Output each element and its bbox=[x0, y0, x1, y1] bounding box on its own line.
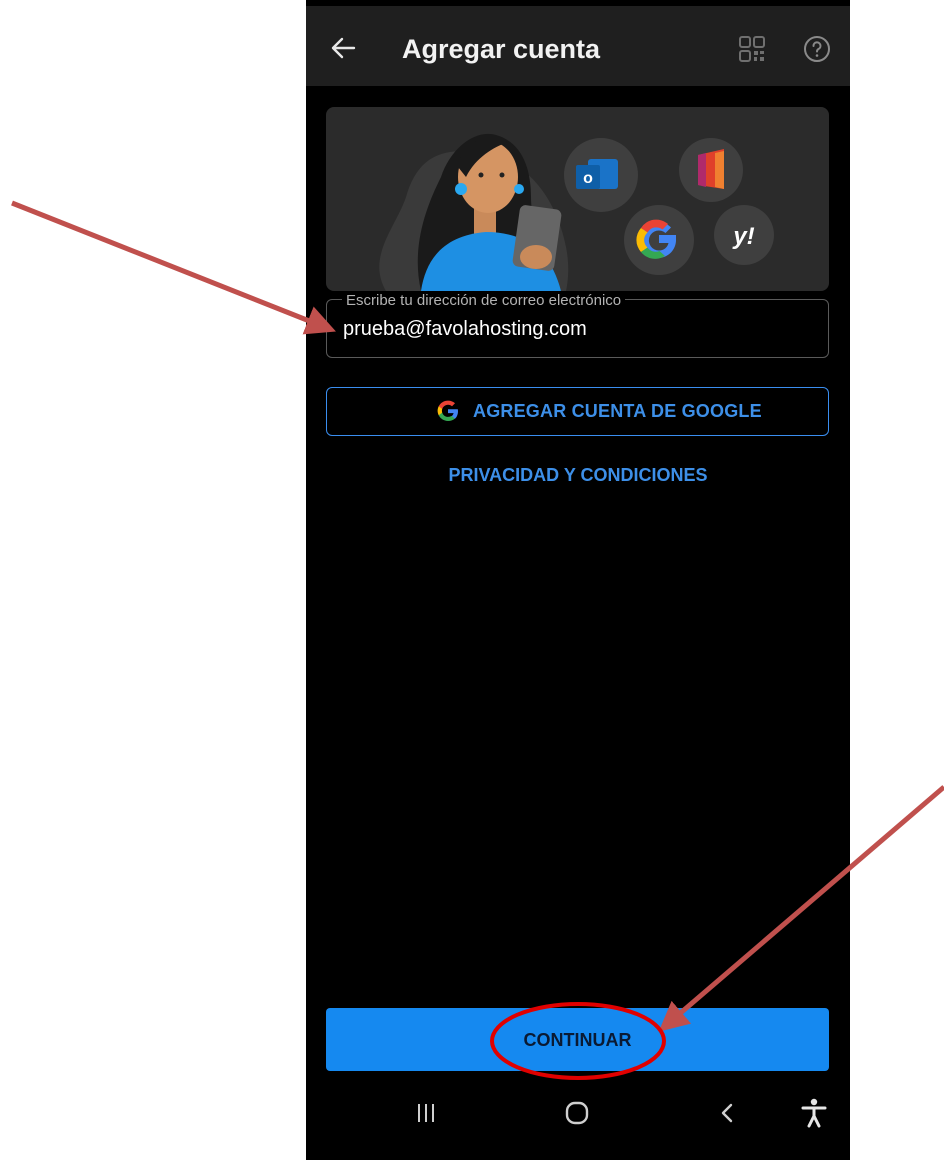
system-nav-bar bbox=[306, 1082, 850, 1160]
add-google-account-button[interactable]: AGREGAR CUENTA DE GOOGLE bbox=[326, 387, 829, 436]
back-arrow-icon[interactable] bbox=[324, 28, 364, 68]
app-bar: Agregar cuenta bbox=[306, 6, 850, 86]
home-icon[interactable] bbox=[564, 1100, 590, 1126]
continue-button[interactable]: CONTINUAR bbox=[326, 1008, 829, 1071]
back-icon[interactable] bbox=[716, 1101, 740, 1125]
svg-text:y!: y! bbox=[732, 223, 754, 250]
recents-icon[interactable] bbox=[414, 1102, 438, 1124]
qr-code-icon[interactable] bbox=[738, 35, 766, 63]
hero-illustration: o y! bbox=[326, 107, 829, 291]
phone-screen: Agregar cuenta o y! Escribe tu dirección… bbox=[306, 0, 850, 1160]
continue-button-label: CONTINUAR bbox=[523, 1030, 632, 1050]
email-field-label: Escribe tu dirección de correo electróni… bbox=[342, 292, 626, 309]
google-icon bbox=[437, 400, 458, 421]
annotation-arrow-email bbox=[11, 200, 336, 335]
svg-text:o: o bbox=[583, 170, 593, 187]
email-field-value[interactable]: prueba@favolahosting.com bbox=[343, 318, 587, 341]
add-google-account-label: AGREGAR CUENTA DE GOOGLE bbox=[473, 401, 762, 421]
privacy-terms-link[interactable]: PRIVACIDAD Y CONDICIONES bbox=[306, 465, 850, 486]
yahoo-icon: y! bbox=[732, 223, 754, 250]
accessibility-icon[interactable] bbox=[800, 1098, 828, 1128]
page-title: Agregar cuenta bbox=[402, 34, 601, 64]
office-icon bbox=[698, 149, 724, 189]
woman-with-phone-illustration: o y! bbox=[379, 133, 774, 291]
help-icon[interactable] bbox=[802, 34, 832, 64]
